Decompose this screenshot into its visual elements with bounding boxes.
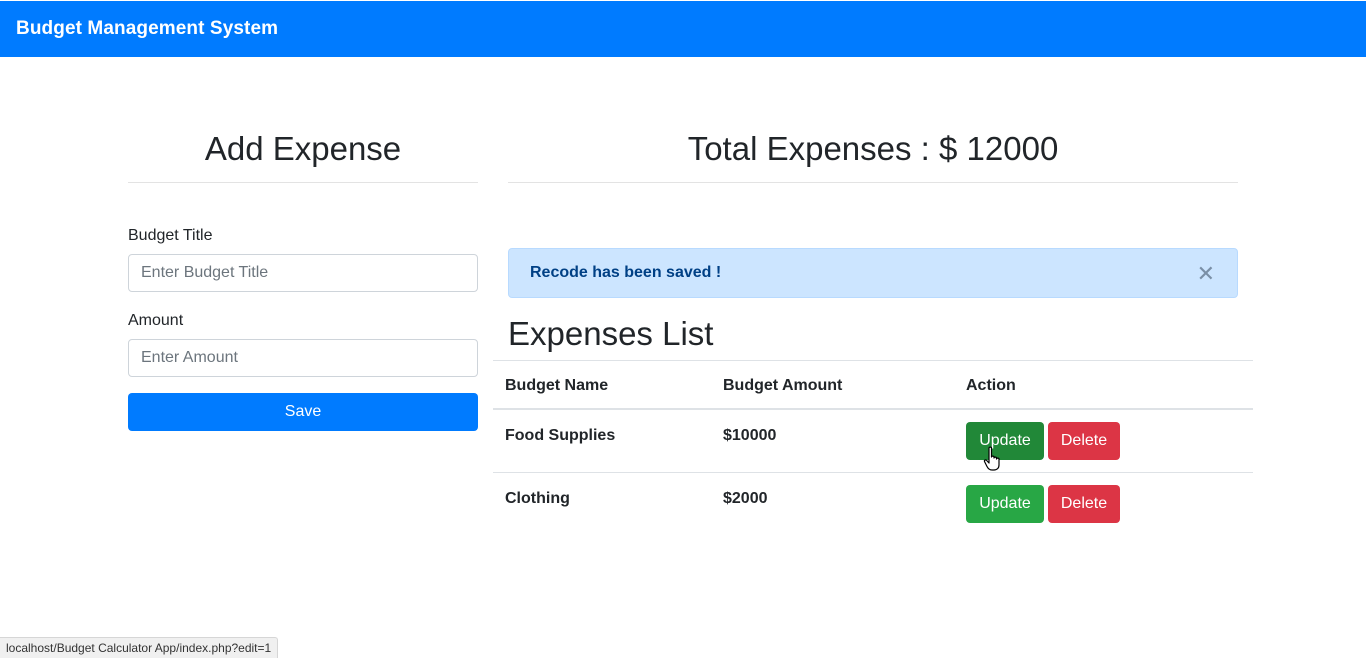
amount-label: Amount [128,312,184,329]
budget-amount-cell: $10000 [723,427,777,444]
close-icon[interactable]: ✕ [1197,262,1215,286]
update-button[interactable]: Update [966,422,1044,460]
status-bar-url: localhost/Budget Calculator App/index.ph… [0,637,279,658]
budget-name-cell: Food Supplies [505,427,616,444]
divider [508,182,1238,183]
success-alert: Recode has been saved ! ✕ [508,248,1238,298]
divider [128,182,478,183]
save-button[interactable]: Save [128,393,478,431]
column-header-budget-name: Budget Name [505,377,609,394]
navbar-brand[interactable]: Budget Management System [16,18,278,40]
delete-button[interactable]: Delete [1048,485,1120,523]
alert-message: Recode has been saved ! [530,264,722,281]
add-expense-panel: Add Expense Budget Title Amount Save [128,118,478,431]
delete-button[interactable]: Delete [1048,422,1120,460]
budget-title-input[interactable] [128,254,478,292]
amount-input[interactable] [128,339,478,377]
budget-amount-cell: $2000 [723,490,768,507]
table-header: Budget Name Budget Amount Action [493,360,1253,410]
table-row: Clothing $2000 Update Delete [493,473,1253,536]
column-header-budget-amount: Budget Amount [723,377,843,394]
budget-title-label: Budget Title [128,227,213,244]
budget-name-cell: Clothing [505,490,570,507]
expenses-table: Budget Name Budget Amount Action Food Su… [493,360,1253,536]
update-button[interactable]: Update [966,485,1044,523]
navbar: Budget Management System [0,1,1366,57]
expenses-list-title: Expenses List [508,315,714,352]
table-row: Food Supplies $10000 Update Delete [493,410,1253,473]
column-header-action: Action [966,377,1016,394]
summary-panel: Total Expenses : $ 12000 [508,118,1238,183]
add-expense-title: Add Expense [204,130,402,167]
hand-pointer-icon [983,446,1000,471]
total-expenses-title: Total Expenses : $ 12000 [687,130,1059,167]
